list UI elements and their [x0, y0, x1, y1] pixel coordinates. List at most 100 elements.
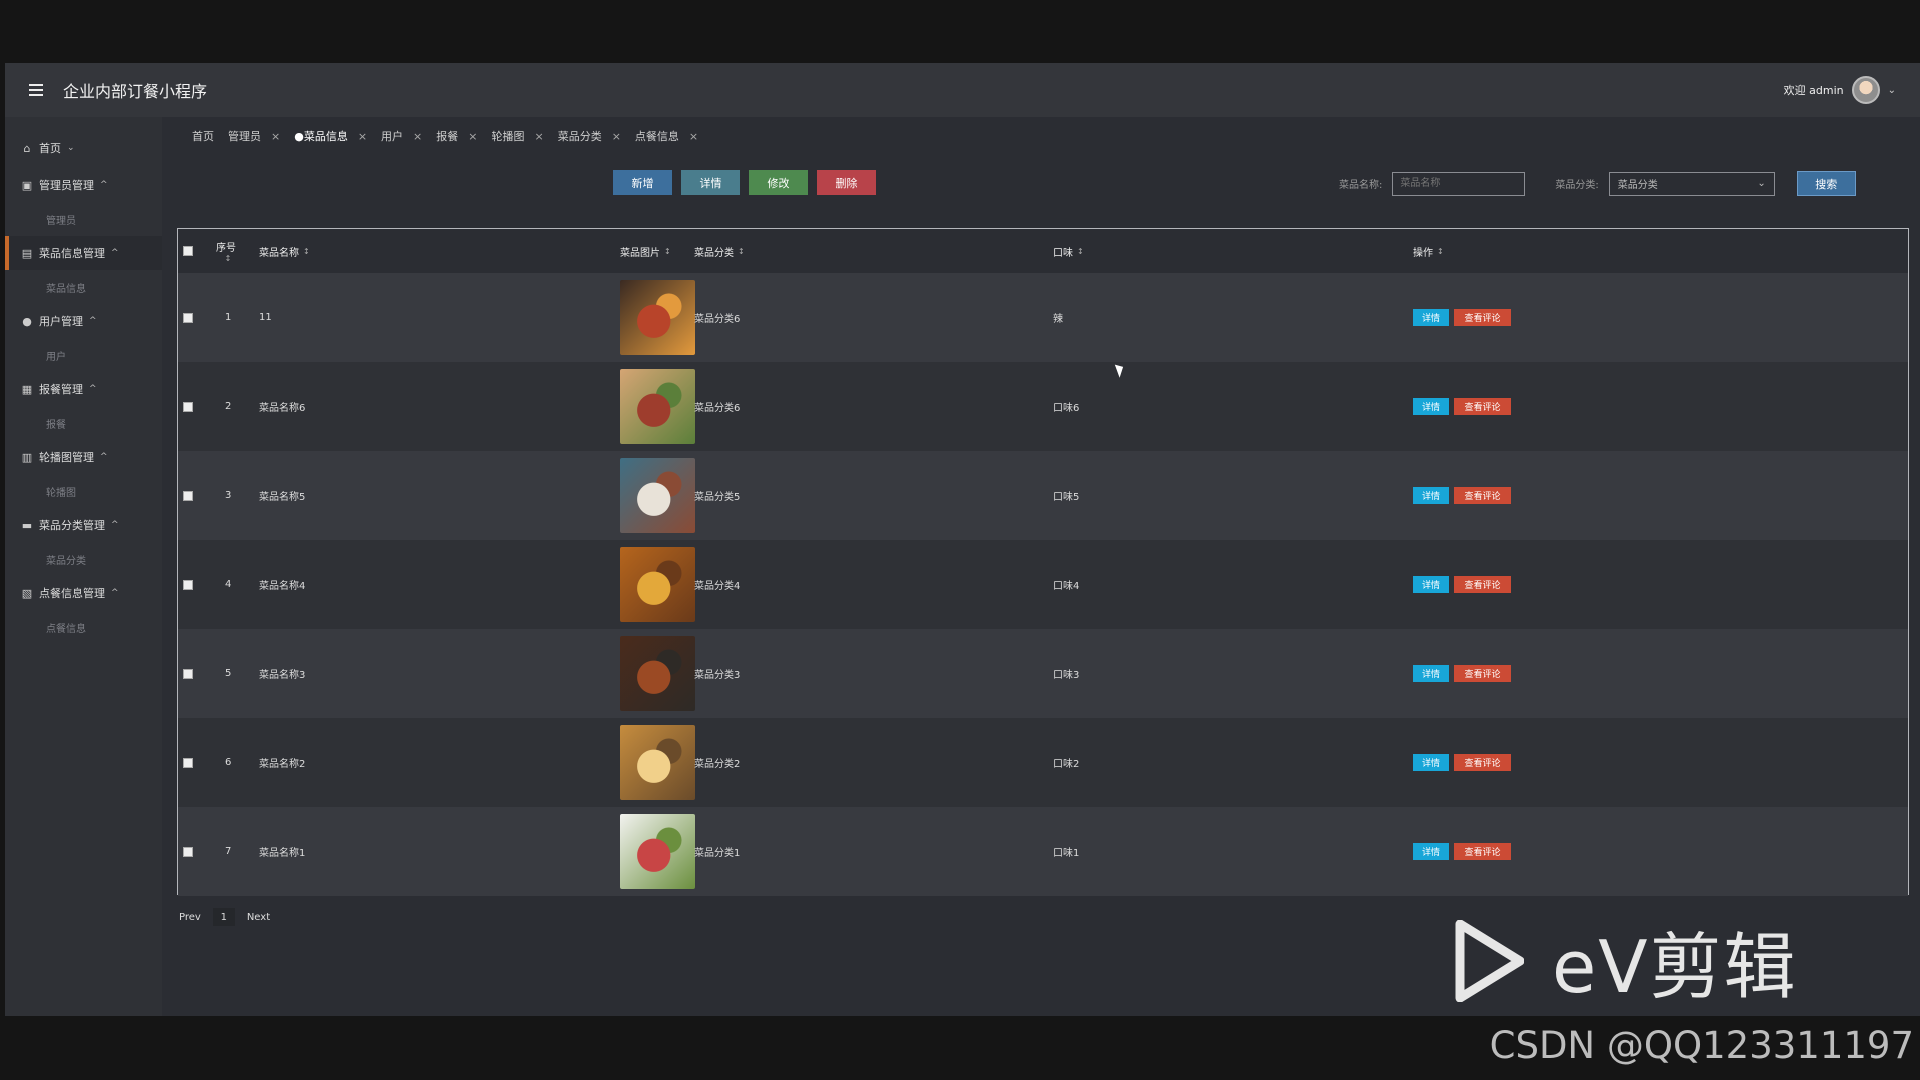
tab[interactable]: ●菜品信息 ×: [294, 127, 367, 145]
page-number-button[interactable]: 1: [212, 908, 235, 926]
table-row[interactable]: 5 菜品名称3 菜品分类3 口味3 详情 查看评论: [178, 629, 1908, 718]
row-index: 7: [225, 846, 232, 857]
sort-icon[interactable]: ↕: [225, 254, 232, 263]
dish-image[interactable]: [620, 458, 695, 533]
row-checkbox[interactable]: [183, 312, 193, 323]
prev-page-button[interactable]: Prev: [179, 912, 201, 923]
sidebar-subitem[interactable]: 轮播图: [5, 474, 162, 508]
row-index: 1: [225, 312, 232, 323]
sort-icon[interactable]: ↕: [1077, 247, 1084, 256]
sidebar-item[interactable]: ▦ 报餐管理 ^: [5, 372, 162, 406]
close-icon[interactable]: ×: [534, 130, 543, 143]
dish-image[interactable]: [620, 369, 695, 444]
tab[interactable]: 轮播图 ×: [491, 127, 543, 145]
row-checkbox[interactable]: [183, 490, 193, 501]
sidebar-item[interactable]: ● 用户管理 ^: [5, 304, 162, 338]
dish-image[interactable]: [620, 547, 695, 622]
category-select[interactable]: 菜品分类 ⌄: [1608, 171, 1775, 196]
table-row[interactable]: 2 菜品名称6 菜品分类6 口味6 详情 查看评论: [178, 362, 1908, 451]
table-row[interactable]: 3 菜品名称5 菜品分类5 口味5 详情 查看评论: [178, 451, 1908, 540]
chevron-down-icon[interactable]: ⌄: [1888, 85, 1896, 96]
table-row[interactable]: 4 菜品名称4 菜品分类4 口味4 详情 查看评论: [178, 540, 1908, 629]
dish-name: 菜品名称1: [259, 848, 306, 859]
sort-icon[interactable]: ↕: [738, 247, 745, 256]
header-image[interactable]: 菜品图片: [620, 244, 660, 259]
delete-button[interactable]: 删除: [817, 170, 876, 195]
menu-toggle-icon[interactable]: [29, 84, 43, 96]
dish-name: 菜品名称5: [259, 492, 306, 503]
header-category[interactable]: 菜品分类: [694, 244, 734, 259]
close-icon[interactable]: ×: [468, 130, 477, 143]
action-toolbar: 新增 详情 修改 删除: [613, 170, 876, 195]
view-review-button[interactable]: 查看评论: [1454, 843, 1511, 860]
name-search-input[interactable]: [1392, 171, 1526, 196]
sidebar-subitem[interactable]: 管理员: [5, 202, 162, 236]
row-checkbox[interactable]: [183, 668, 193, 679]
header-index[interactable]: 序号: [216, 239, 236, 254]
user-menu[interactable]: 欢迎 admin ⌄: [1784, 63, 1896, 117]
table-row[interactable]: 1 11 菜品分类6 辣详情 查看评论: [178, 273, 1908, 362]
header-ops[interactable]: 操作: [1413, 244, 1433, 259]
dish-image[interactable]: [620, 636, 695, 711]
dish-category: 菜品分类5: [694, 492, 741, 503]
close-icon[interactable]: ×: [271, 130, 280, 143]
sidebar-item[interactable]: ▬ 菜品分类管理 ^: [5, 508, 162, 542]
select-all-checkbox[interactable]: [183, 246, 193, 256]
row-detail-button[interactable]: 详情: [1413, 665, 1449, 682]
sort-icon[interactable]: ↕: [664, 247, 671, 256]
view-review-button[interactable]: 查看评论: [1454, 398, 1511, 415]
header-name[interactable]: 菜品名称: [259, 244, 299, 259]
sort-icon[interactable]: ↕: [303, 247, 310, 256]
row-checkbox[interactable]: [183, 846, 193, 857]
sidebar-item[interactable]: ▣ 管理员管理 ^: [5, 168, 162, 202]
row-detail-button[interactable]: 详情: [1413, 843, 1449, 860]
view-review-button[interactable]: 查看评论: [1454, 754, 1511, 771]
view-review-button[interactable]: 查看评论: [1454, 665, 1511, 682]
close-icon[interactable]: ×: [358, 130, 367, 143]
tab[interactable]: 菜品分类 ×: [558, 127, 621, 145]
table-row[interactable]: 6 菜品名称2 菜品分类2 口味2 详情 查看评论: [178, 718, 1908, 807]
detail-button[interactable]: 详情: [681, 170, 740, 195]
row-detail-button[interactable]: 详情: [1413, 398, 1449, 415]
sidebar-subitem[interactable]: 用户: [5, 338, 162, 372]
row-detail-button[interactable]: 详情: [1413, 309, 1449, 326]
tab[interactable]: 管理员 ×: [228, 127, 280, 145]
dish-image[interactable]: [620, 280, 695, 355]
dish-taste: 口味4: [1053, 581, 1080, 592]
sidebar-item[interactable]: ▤ 菜品信息管理 ^: [5, 236, 162, 270]
row-checkbox[interactable]: [183, 579, 193, 590]
row-detail-button[interactable]: 详情: [1413, 487, 1449, 504]
avatar[interactable]: [1851, 76, 1880, 104]
sidebar-subitem[interactable]: 菜品信息: [5, 270, 162, 304]
sidebar-subitem[interactable]: 报餐: [5, 406, 162, 440]
row-checkbox[interactable]: [183, 757, 193, 768]
header-taste[interactable]: 口味: [1053, 244, 1073, 259]
tab[interactable]: 首页: [192, 127, 214, 145]
dish-image[interactable]: [620, 814, 695, 889]
tab[interactable]: 报餐 ×: [436, 127, 477, 145]
sidebar-item[interactable]: ▥ 轮播图管理 ^: [5, 440, 162, 474]
view-review-button[interactable]: 查看评论: [1454, 576, 1511, 593]
close-icon[interactable]: ×: [612, 130, 621, 143]
dish-image[interactable]: [620, 725, 695, 800]
sidebar-group: ⌂ 首页 ⌄: [5, 131, 162, 165]
row-detail-button[interactable]: 详情: [1413, 576, 1449, 593]
view-review-button[interactable]: 查看评论: [1454, 487, 1511, 504]
sidebar-subitem[interactable]: 点餐信息: [5, 610, 162, 644]
tab[interactable]: 点餐信息 ×: [635, 127, 698, 145]
sort-icon[interactable]: ↕: [1437, 247, 1444, 256]
table-row[interactable]: 7 菜品名称1 菜品分类1 口味1 详情 查看评论: [178, 807, 1908, 896]
row-detail-button[interactable]: 详情: [1413, 754, 1449, 771]
add-button[interactable]: 新增: [613, 170, 672, 195]
row-checkbox[interactable]: [183, 401, 193, 412]
view-review-button[interactable]: 查看评论: [1454, 309, 1511, 326]
sidebar-subitem[interactable]: 菜品分类: [5, 542, 162, 576]
close-icon[interactable]: ×: [413, 130, 422, 143]
edit-button[interactable]: 修改: [749, 170, 808, 195]
search-button[interactable]: 搜索: [1796, 171, 1856, 196]
next-page-button[interactable]: Next: [247, 912, 270, 923]
sidebar-item[interactable]: ⌂ 首页 ⌄: [5, 131, 162, 165]
sidebar-item[interactable]: ▧ 点餐信息管理 ^: [5, 576, 162, 610]
tab[interactable]: 用户 ×: [381, 127, 422, 145]
close-icon[interactable]: ×: [689, 130, 698, 143]
